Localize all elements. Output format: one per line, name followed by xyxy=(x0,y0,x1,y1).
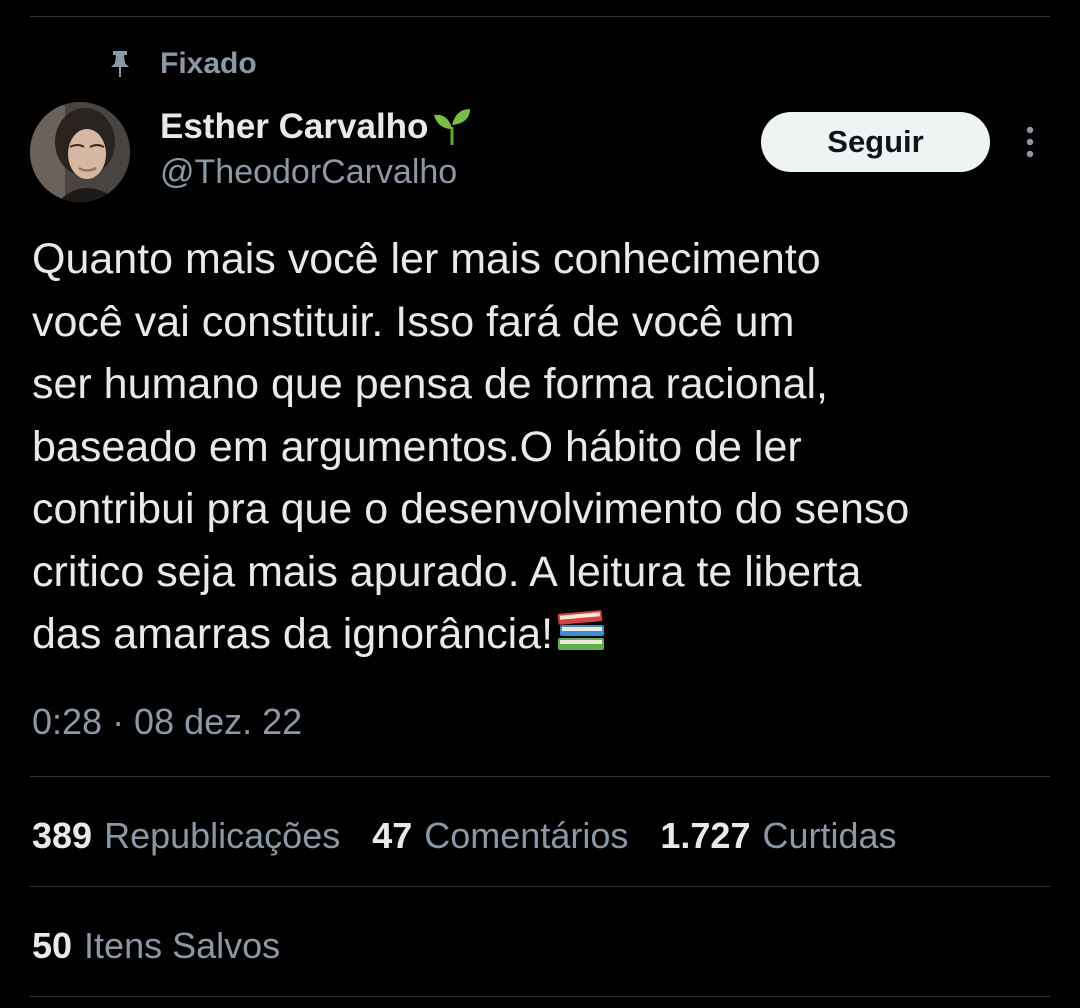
reposts-stat[interactable]: 389 Republicações xyxy=(32,815,340,857)
tweet-text: Quanto mais você ler mais conhecimento v… xyxy=(32,228,1062,666)
author-handle[interactable]: @TheodorCarvalho xyxy=(160,150,474,194)
author-info[interactable]: Esther Carvalho @TheodorCarvalho xyxy=(160,104,474,194)
likes-label: Curtidas xyxy=(762,815,897,856)
divider xyxy=(30,996,1050,997)
reposts-label: Republicações xyxy=(104,815,341,856)
pinned-label: Fixado xyxy=(160,47,257,80)
books-icon xyxy=(555,608,607,656)
tweet-text-line: baseado em argumentos.O hábito de ler xyxy=(32,422,802,471)
comments-stat[interactable]: 47 Comentários xyxy=(372,815,628,857)
comments-count: 47 xyxy=(372,815,413,856)
bookmark-stats: 50 Itens Salvos xyxy=(32,922,280,970)
tweet-timestamp[interactable]: 0:28 · 08 dez. 22 xyxy=(32,700,302,744)
likes-stat[interactable]: 1.727 Curtidas xyxy=(660,815,896,857)
divider xyxy=(30,886,1050,887)
pin-icon xyxy=(108,49,132,79)
likes-count: 1.727 xyxy=(660,815,751,856)
more-options-icon[interactable] xyxy=(1018,122,1042,162)
divider xyxy=(30,776,1050,777)
tweet-text-line: contribui pra que o desenvolvimento do s… xyxy=(32,485,910,533)
reposts-count: 389 xyxy=(32,815,93,856)
comments-label: Comentários xyxy=(424,815,629,856)
tweet-text-line: ser humano que pensa de forma racional, xyxy=(32,360,828,408)
bookmarks-label: Itens Salvos xyxy=(84,925,281,966)
follow-button[interactable]: Seguir xyxy=(761,112,990,172)
avatar[interactable] xyxy=(30,102,130,202)
tweet-text-line: das amarras da ignorância! xyxy=(32,610,554,658)
tweet-text-line: Quanto mais você ler mais conhecimento xyxy=(32,235,821,283)
seedling-icon xyxy=(430,107,474,147)
tweet-text-line: você vai constituir. Isso fará de você u… xyxy=(32,297,795,346)
tweet-text-line: critico seja mais apurado. A leitura te … xyxy=(32,547,862,596)
display-name-text: Esther Carvalho xyxy=(160,107,429,146)
tweet-text-last-line: das amarras da ignorância! xyxy=(32,603,1062,666)
top-divider xyxy=(30,16,1050,17)
bookmarks-count: 50 xyxy=(32,925,73,966)
bookmarks-stat[interactable]: 50 Itens Salvos xyxy=(32,925,280,967)
engagement-stats: 389 Republicações 47 Comentários 1.727 C… xyxy=(32,812,897,860)
pinned-indicator: Fixado xyxy=(108,42,257,86)
author-display-name[interactable]: Esther Carvalho xyxy=(160,104,474,150)
